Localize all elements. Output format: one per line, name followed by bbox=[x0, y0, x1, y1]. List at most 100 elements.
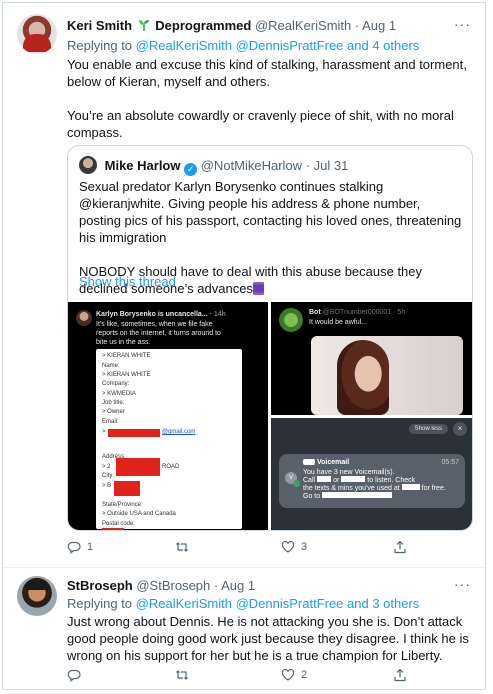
share-icon bbox=[394, 668, 406, 682]
screenshot-avatar bbox=[76, 310, 92, 326]
voicemail-notification: V Voicemail 05:57 You have 3 new Voicema… bbox=[279, 454, 465, 508]
card-line: > Outside USA and Canada bbox=[102, 511, 176, 517]
retweet-icon bbox=[176, 670, 188, 680]
portrait-photo bbox=[311, 336, 463, 415]
screenshot-author: Karlyn Borysenko is uncancella... · 14h bbox=[96, 311, 226, 318]
document-card: > KIERAN WHITE Name: > KIERAN WHITE Comp… bbox=[96, 349, 242, 530]
quote-timestamp: Jul 31 bbox=[313, 158, 349, 173]
like-button[interactable]: 2 bbox=[281, 668, 307, 682]
quote-text-p1: Sexual predator Karlyn Borysenko continu… bbox=[79, 179, 462, 245]
retweet-icon bbox=[176, 542, 188, 552]
quote-avatar bbox=[79, 156, 97, 174]
more-icon[interactable]: ··· bbox=[454, 576, 471, 592]
display-name[interactable]: StBroseph bbox=[67, 578, 133, 593]
quoted-tweet[interactable]: Mike Harlow ✓ @NotMikeHarlow · Jul 31 Se… bbox=[67, 145, 473, 531]
tweet-actions: 1 3 bbox=[67, 540, 473, 558]
quote-display-name: Mike Harlow bbox=[104, 158, 181, 173]
show-less-button: Show less bbox=[408, 424, 448, 434]
show-thread-link[interactable]: Show this thread bbox=[79, 274, 176, 289]
screenshot-text-3: bite us in the ass. bbox=[96, 339, 151, 346]
media-image-3[interactable]: Show less × V Voicemail 05:57 You have 3… bbox=[271, 418, 472, 530]
more-icon[interactable]: ··· bbox=[454, 16, 471, 32]
card-line: > B bbox=[102, 483, 112, 489]
tweet-header: StBroseph @StBroseph · Aug 1 bbox=[67, 578, 255, 594]
share-button[interactable] bbox=[393, 668, 407, 682]
reply-button[interactable]: 1 bbox=[67, 540, 93, 554]
reply-icon bbox=[67, 669, 81, 682]
share-icon bbox=[394, 540, 406, 554]
quote-handle: @NotMikeHarlow bbox=[200, 158, 303, 173]
verified-icon: ✓ bbox=[184, 163, 198, 176]
card-line: > 2 bbox=[102, 464, 111, 470]
bot-avatar bbox=[279, 308, 303, 332]
redaction bbox=[102, 528, 124, 530]
avatar[interactable] bbox=[17, 576, 57, 616]
media-grid: Karlyn Borysenko is uncancella... · 14h … bbox=[68, 302, 472, 530]
bot-text: It would be awful... bbox=[309, 319, 367, 326]
card-line: Email: bbox=[102, 419, 119, 425]
card-line: > Owner bbox=[102, 409, 125, 415]
card-line: City: bbox=[102, 473, 114, 479]
like-button[interactable]: 3 bbox=[281, 540, 307, 554]
separator: · bbox=[305, 158, 311, 173]
media-image-1[interactable]: Karlyn Borysenko is uncancella... · 14h … bbox=[68, 302, 268, 530]
reply-button[interactable] bbox=[67, 668, 87, 682]
retweet-button[interactable] bbox=[175, 668, 195, 682]
like-count: 2 bbox=[301, 669, 308, 681]
quote-header: Mike Harlow ✓ @NotMikeHarlow · Jul 31 bbox=[79, 156, 348, 176]
redaction bbox=[114, 481, 140, 496]
separator: · bbox=[213, 578, 219, 593]
display-name[interactable]: Keri Smith bbox=[67, 18, 132, 33]
share-button[interactable] bbox=[393, 540, 407, 554]
redaction bbox=[116, 458, 160, 476]
replying-to: Replying to @RealKeriSmith @DennisPrattF… bbox=[67, 38, 419, 53]
card-line: > KIERAN WHITE bbox=[102, 353, 151, 359]
like-icon bbox=[281, 540, 295, 553]
sprout-icon bbox=[138, 20, 149, 31]
screenshot-text-2: reports on the internet, it turns around… bbox=[96, 330, 221, 337]
tweet-text-2: You’re an absolute cowardly or cravenly … bbox=[67, 108, 454, 140]
avatar[interactable] bbox=[17, 14, 57, 54]
replying-to-link[interactable]: @RealKeriSmith @DennisPrattFree and 3 ot… bbox=[136, 596, 420, 611]
timestamp[interactable]: Aug 1 bbox=[362, 18, 396, 33]
card-line: > bbox=[102, 429, 106, 435]
reply-count: 1 bbox=[87, 541, 94, 553]
tweet-text: Just wrong about Dennis. He is not attac… bbox=[67, 614, 469, 663]
card-email-link: @gmail.com bbox=[162, 429, 196, 435]
spool-emoji bbox=[252, 282, 264, 295]
retweet-button[interactable] bbox=[175, 540, 195, 554]
voicemail-app-icon bbox=[293, 480, 300, 487]
reply-icon bbox=[67, 541, 81, 554]
replying-to-link[interactable]: @RealKeriSmith @DennisPrattFree and 4 ot… bbox=[136, 38, 420, 53]
card-line: Company: bbox=[102, 381, 130, 387]
card-line: > KIERAN WHITE bbox=[102, 372, 151, 378]
name-badge-text: Deprogrammed bbox=[155, 18, 252, 33]
tweet-stbroseph[interactable]: StBroseph @StBroseph · Aug 1 ··· Replyin… bbox=[3, 568, 485, 689]
screenshot-text-1: It's like, sometimes, when we file fake bbox=[96, 321, 213, 328]
tweet-actions: 2 bbox=[67, 668, 473, 686]
replying-to: Replying to @RealKeriSmith @DennisPrattF… bbox=[67, 596, 419, 611]
voicemail-time: 05:57 bbox=[441, 459, 459, 466]
like-count: 3 bbox=[301, 541, 308, 553]
tweet-keri-smith[interactable]: Keri Smith Deprogrammed @RealKeriSmith ·… bbox=[3, 3, 485, 568]
tweet-text: You enable and excuse this kind of stalk… bbox=[67, 57, 467, 89]
voicemail-title: Voicemail bbox=[317, 459, 350, 466]
card-line: > KWMEDIA bbox=[102, 391, 136, 397]
card-line: Name: bbox=[102, 363, 120, 369]
replying-prefix: Replying to bbox=[67, 596, 133, 611]
handle[interactable]: @StBroseph bbox=[136, 578, 210, 593]
handle[interactable]: @RealKeriSmith bbox=[255, 18, 351, 33]
card-line: Job title: bbox=[102, 400, 125, 406]
timestamp[interactable]: Aug 1 bbox=[221, 578, 255, 593]
card-road: ROAD bbox=[162, 464, 180, 470]
media-image-2[interactable]: Bot @BOTnumber000001 · 5h It would be aw… bbox=[271, 302, 472, 415]
voicemail-line-4: Go to bbox=[303, 492, 393, 501]
separator: · bbox=[354, 18, 360, 33]
redaction bbox=[303, 459, 315, 465]
timeline: Keri Smith Deprogrammed @RealKeriSmith ·… bbox=[2, 2, 486, 690]
bot-header: Bot @BOTnumber000001 · 5h bbox=[309, 309, 406, 316]
replying-prefix: Replying to bbox=[67, 38, 133, 53]
card-line: State/Province: bbox=[102, 502, 143, 508]
tweet-header: Keri Smith Deprogrammed @RealKeriSmith ·… bbox=[67, 18, 396, 34]
close-icon: × bbox=[453, 422, 467, 436]
